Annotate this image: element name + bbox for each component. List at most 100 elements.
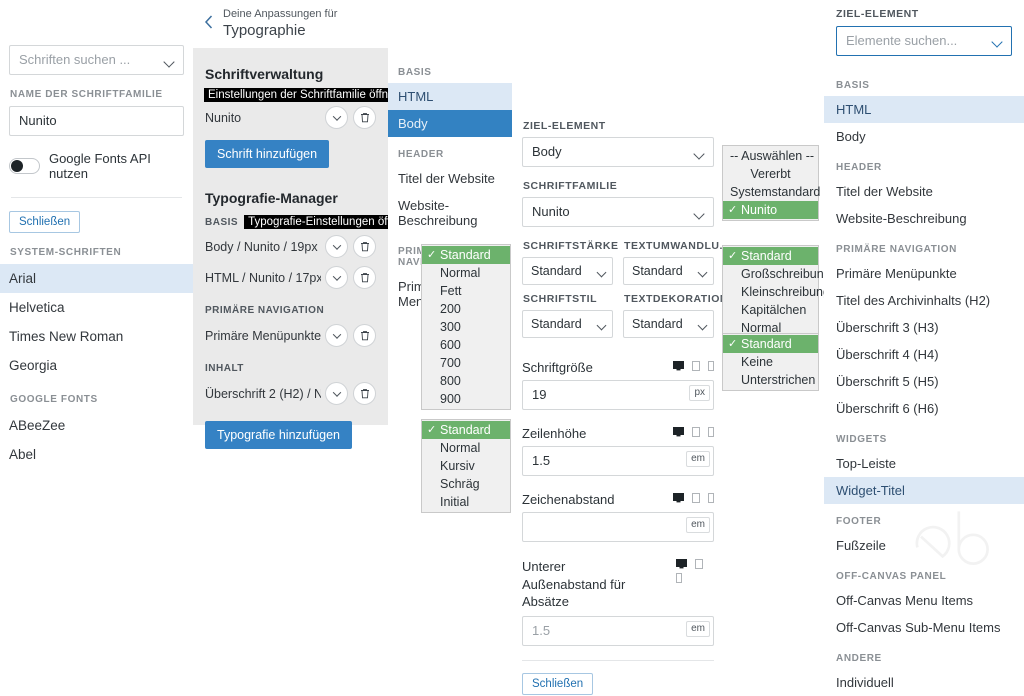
font-list-item[interactable]: ABeeZee xyxy=(0,411,193,440)
option-item[interactable]: 600 xyxy=(422,336,510,354)
right-list-item[interactable]: Überschrift 5 (H5) xyxy=(824,368,1024,395)
list-item-body[interactable]: Body xyxy=(388,110,512,137)
font-list-item[interactable]: Arial xyxy=(0,264,193,293)
add-font-button[interactable]: Schrift hinzufügen xyxy=(205,140,330,168)
desktop-icon[interactable] xyxy=(673,361,684,371)
option-item[interactable]: 300 xyxy=(422,318,510,336)
desktop-icon[interactable] xyxy=(673,427,684,437)
mobile-icon[interactable] xyxy=(708,493,714,503)
mobile-icon[interactable] xyxy=(708,361,714,371)
delete-typography-button[interactable] xyxy=(353,235,376,258)
font-weight-options-popup[interactable]: Standard Normal Fett 200 300 600 700 800… xyxy=(421,244,511,410)
typography-row[interactable]: Body / Nunito / 19px xyxy=(205,231,376,262)
mobile-icon[interactable] xyxy=(676,573,682,583)
font-weight-select[interactable]: Standard xyxy=(522,257,613,285)
option-item[interactable]: Standard xyxy=(422,421,510,439)
expand-typography-button[interactable] xyxy=(325,324,348,347)
font-list-item[interactable]: Abel xyxy=(0,440,193,469)
option-item[interactable]: 200 xyxy=(422,300,510,318)
list-item-html[interactable]: HTML xyxy=(388,83,512,110)
target-element-select[interactable]: Body xyxy=(522,137,714,167)
option-item[interactable]: Keine xyxy=(723,353,818,371)
close-form-button[interactable]: Schließen xyxy=(522,672,594,695)
right-list-item[interactable]: Primäre Menüpunkte xyxy=(824,260,1024,287)
mobile-icon[interactable] xyxy=(708,427,714,437)
font-search-input[interactable]: Schriften suchen ... xyxy=(9,45,184,75)
right-list-item[interactable]: Website-Beschreibung xyxy=(824,205,1024,232)
list-item[interactable]: Website-Beschreibung xyxy=(388,192,512,234)
font-family-select[interactable]: Nunito xyxy=(522,197,714,227)
line-height-unit[interactable]: em xyxy=(686,451,710,467)
add-typography-button[interactable]: Typografie hinzufügen xyxy=(205,421,353,449)
option-item[interactable]: Systemstandard xyxy=(723,183,820,201)
font-list-item[interactable]: Times New Roman xyxy=(0,322,193,351)
tablet-icon[interactable] xyxy=(692,361,700,371)
option-item[interactable]: Kleinschreibung xyxy=(723,283,830,301)
right-list-item-html[interactable]: HTML xyxy=(824,96,1024,123)
font-family-options-popup[interactable]: -- Auswählen -- Vererbt Systemstandard N… xyxy=(722,145,820,221)
font-list-item[interactable]: Helvetica xyxy=(0,293,193,322)
expand-typography-button[interactable] xyxy=(325,266,348,289)
delete-font-button[interactable] xyxy=(353,106,376,129)
letter-spacing-unit[interactable]: em xyxy=(686,517,710,533)
right-list-item[interactable]: Titel des Archivinhalts (H2) xyxy=(824,287,1024,314)
option-item[interactable]: Standard xyxy=(723,247,818,265)
option-item[interactable]: Standard xyxy=(723,335,818,353)
tablet-icon[interactable] xyxy=(695,559,703,569)
option-item[interactable]: Kapitälchen xyxy=(723,301,818,319)
right-list-item[interactable]: Überschrift 3 (H3) xyxy=(824,314,1024,341)
option-item[interactable]: -- Auswählen -- xyxy=(723,147,818,165)
font-list-item[interactable]: Georgia xyxy=(0,351,193,380)
option-item[interactable]: Unterstrichen xyxy=(723,371,818,389)
option-item[interactable]: Normal xyxy=(422,264,510,282)
expand-typography-button[interactable] xyxy=(325,382,348,405)
tablet-icon[interactable] xyxy=(692,427,700,437)
right-list-item[interactable]: Off-Canvas Menu Items xyxy=(824,587,1024,614)
option-item[interactable]: Großschreibung xyxy=(723,265,831,283)
option-item[interactable]: Normal xyxy=(422,439,510,457)
option-item[interactable]: Vererbt xyxy=(723,165,818,183)
text-decoration-select[interactable]: Standard xyxy=(623,310,714,338)
option-item[interactable]: Nunito xyxy=(723,201,818,219)
right-list-item-widget-title[interactable]: Widget-Titel xyxy=(824,477,1024,504)
option-item[interactable]: 800 xyxy=(422,372,510,390)
right-list-item[interactable]: Body xyxy=(824,123,1024,150)
option-item[interactable]: Standard xyxy=(422,246,510,264)
tablet-icon[interactable] xyxy=(692,493,700,503)
right-list-item[interactable]: Titel der Website xyxy=(824,178,1024,205)
expand-font-button[interactable] xyxy=(325,106,348,129)
option-item[interactable]: Initial xyxy=(422,493,510,511)
delete-typography-button[interactable] xyxy=(353,324,376,347)
option-item[interactable]: 700 xyxy=(422,354,510,372)
expand-typography-button[interactable] xyxy=(325,235,348,258)
paragraph-margin-unit[interactable]: em xyxy=(686,620,710,637)
list-item[interactable]: Titel der Website xyxy=(388,165,512,192)
right-list-item[interactable]: Fußzeile xyxy=(824,532,1024,559)
font-size-unit[interactable]: px xyxy=(689,385,710,401)
font-size-input[interactable]: 19 xyxy=(522,380,714,410)
right-list-item[interactable]: Off-Canvas Sub-Menu Items xyxy=(824,614,1024,641)
google-fonts-api-toggle[interactable] xyxy=(9,158,40,174)
typography-row[interactable]: Überschrift 2 (H2) / Nunito / 28px xyxy=(205,378,376,409)
option-item[interactable]: Schräg xyxy=(422,475,510,493)
font-row[interactable]: Nunito xyxy=(205,102,376,133)
right-list-item[interactable]: Überschrift 4 (H4) xyxy=(824,341,1024,368)
typography-row[interactable]: HTML / Nunito / 17px xyxy=(205,262,376,293)
desktop-icon[interactable] xyxy=(676,559,687,569)
text-transform-select[interactable]: Standard xyxy=(623,257,714,285)
option-item[interactable]: Kursiv xyxy=(422,457,510,475)
element-search-input[interactable]: Elemente suchen... xyxy=(836,26,1012,56)
desktop-icon[interactable] xyxy=(673,493,684,503)
text-transform-options-popup[interactable]: Standard Großschreibung Kleinschreibung … xyxy=(722,245,831,339)
delete-typography-button[interactable] xyxy=(353,382,376,405)
typography-row[interactable]: Primäre Menüpunkte / Nunito / 17p xyxy=(205,320,376,351)
text-decoration-options-popup[interactable]: Standard Keine Unterstrichen xyxy=(722,333,819,391)
google-fonts-api-toggle-row[interactable]: Google Fonts API nutzen xyxy=(9,151,184,181)
right-list-item[interactable]: Top-Leiste xyxy=(824,450,1024,477)
right-list-item[interactable]: Individuell xyxy=(824,669,1024,696)
option-item[interactable]: 900 xyxy=(422,390,510,408)
delete-typography-button[interactable] xyxy=(353,266,376,289)
option-item[interactable]: Fett xyxy=(422,282,510,300)
font-style-select[interactable]: Standard xyxy=(522,310,613,338)
font-family-name-input[interactable]: Nunito xyxy=(9,106,184,136)
